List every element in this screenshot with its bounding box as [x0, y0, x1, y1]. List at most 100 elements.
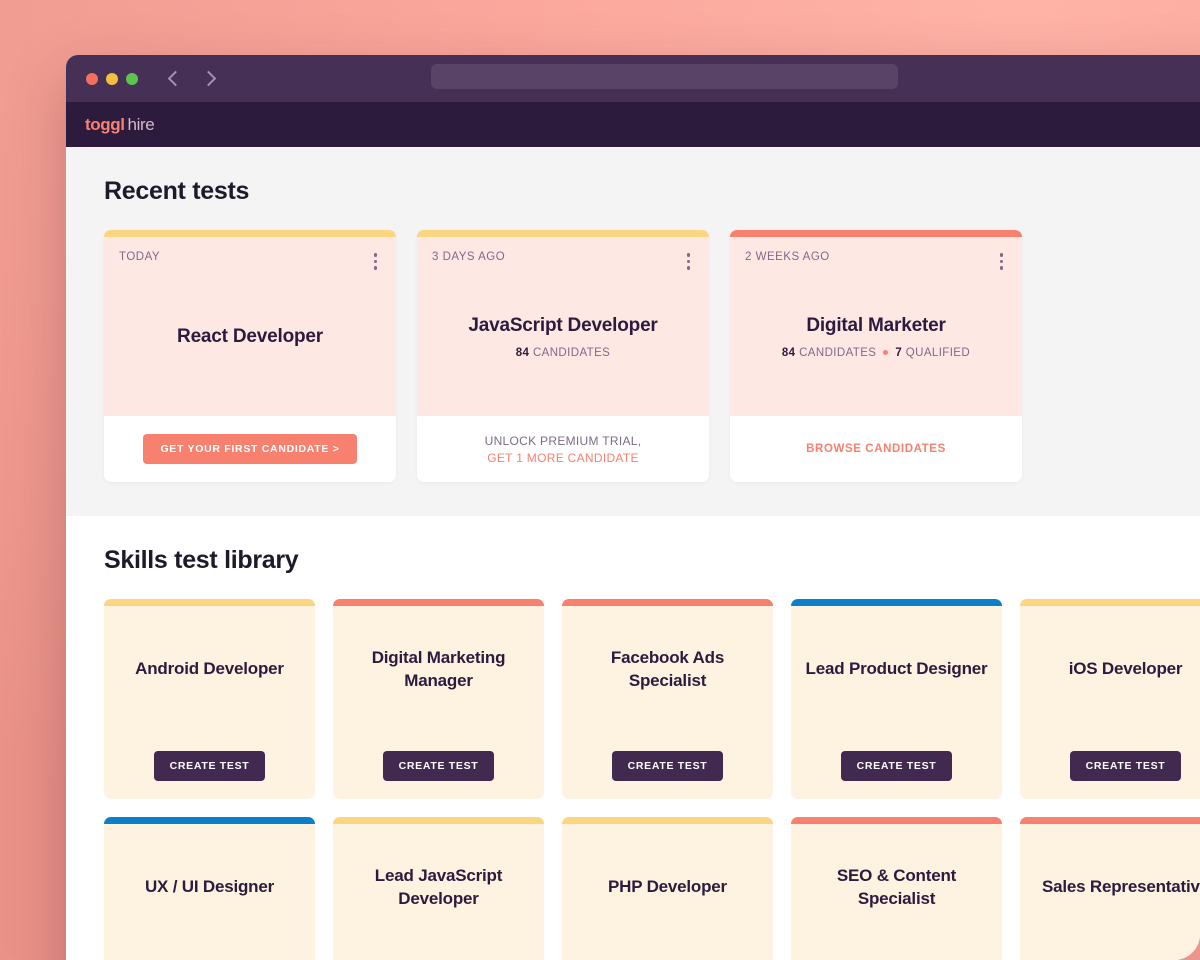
card-accent-bar	[104, 599, 315, 606]
card-title: SEO & Content Specialist	[836, 866, 957, 908]
skills-library-heading: Skills test library	[104, 546, 299, 574]
skill-test-card[interactable]: Android Developer CREATE TEST	[104, 599, 315, 799]
card-accent-bar	[1020, 599, 1200, 606]
browser-window: togglhire drop Noah Recent tests	[66, 55, 1200, 960]
card-body: 3 DAYS AGO JavaScript Developer 84 CANDI…	[417, 237, 709, 416]
card-footer: CREATE TEST	[791, 951, 1002, 960]
card-body: TODAY React Developer	[104, 237, 396, 416]
skills-library-section: Skills test library Android Developer CRE…	[66, 516, 1200, 960]
card-body: PHP Developer	[562, 824, 773, 951]
card-accent-bar	[417, 230, 709, 237]
skill-test-card[interactable]: iOS Developer CREATE TEST	[1020, 599, 1200, 799]
get-first-candidate-button[interactable]: GET YOUR FIRST CANDIDATE >	[143, 434, 357, 464]
create-test-button[interactable]: CREATE TEST	[1069, 751, 1182, 781]
create-test-button[interactable]: CREATE TEST	[153, 751, 266, 781]
premium-trial-text: UNLOCK PREMIUM TRIAL,	[484, 433, 642, 448]
card-stats: 84 CANDIDATES	[516, 347, 610, 359]
logo-primary-text: toggl	[85, 114, 125, 134]
candidate-count: 84	[781, 346, 796, 359]
card-center: React Developer	[119, 258, 381, 417]
card-footer: BROWSE CANDIDATES	[730, 416, 1022, 482]
get-more-candidate-link[interactable]: GET 1 MORE CANDIDATE	[487, 451, 639, 465]
create-test-button[interactable]: CREATE TEST	[382, 751, 495, 781]
window-traffic-lights	[86, 72, 138, 85]
chevron-left-icon	[167, 70, 184, 87]
card-footer: GET YOUR FIRST CANDIDATE >	[104, 416, 396, 482]
card-accent-bar	[791, 817, 1002, 824]
card-footer: CREATE TEST	[104, 733, 315, 799]
forward-button[interactable]	[200, 70, 217, 87]
card-accent-bar	[562, 599, 773, 606]
card-footer: CREATE TEST	[791, 733, 1002, 799]
card-footer: CREATE TEST	[333, 733, 544, 799]
browser-navigation	[167, 70, 217, 87]
card-title: Sales Representative	[1041, 877, 1200, 897]
card-body: 2 WEEKS AGO Digital Marketer 84 CANDIDAT…	[730, 237, 1022, 416]
card-title: UX / UI Designer	[144, 877, 275, 897]
skill-test-card[interactable]: Sales Representative CREATE TEST	[1020, 817, 1200, 960]
skill-test-card[interactable]: PHP Developer CREATE TEST	[562, 817, 773, 960]
card-accent-bar	[104, 817, 315, 824]
card-title: Android Developer	[135, 659, 284, 679]
skill-test-card[interactable]: Lead JavaScript Developer CREATE TEST	[333, 817, 544, 960]
skill-test-card[interactable]: SEO & Content Specialist CREATE TEST	[791, 817, 1002, 960]
skills-library-grid: Android Developer CREATE TEST Digital Mark…	[104, 599, 1200, 960]
card-body: Sales Representative	[1020, 824, 1200, 951]
card-body: Lead Product Designer	[791, 606, 1002, 733]
recent-test-card[interactable]: 3 DAYS AGO JavaScript Developer 84 CANDI…	[417, 230, 709, 482]
browse-candidates-link[interactable]: BROWSE CANDIDATES	[806, 443, 946, 455]
close-window-icon[interactable]	[86, 72, 98, 85]
card-footer: CREATE TEST	[562, 951, 773, 960]
card-footer: CREATE TEST	[1020, 733, 1200, 799]
card-accent-bar	[104, 230, 396, 237]
card-body: Lead JavaScript Developer	[333, 824, 544, 951]
candidate-label: CANDIDATES	[532, 346, 611, 359]
card-title: Facebook Ads Specialist	[610, 648, 725, 690]
card-title: Digital Marketer	[806, 314, 946, 336]
card-footer: CREATE TEST	[104, 951, 315, 960]
card-body: Android Developer	[104, 606, 315, 733]
card-footer: CREATE TEST	[1020, 951, 1200, 960]
toggl-hire-logo[interactable]: toggl hire	[85, 114, 155, 135]
card-accent-bar	[333, 599, 544, 606]
recent-test-card[interactable]: TODAY React Developer GET YOUR FIRST CAN…	[104, 230, 396, 482]
url-address-bar[interactable]	[431, 64, 898, 89]
recent-test-card[interactable]: 2 WEEKS AGO Digital Marketer 84 CANDIDAT…	[730, 230, 1022, 482]
skill-test-card[interactable]: Digital Marketing Manager CREATE TEST	[333, 599, 544, 799]
card-center: JavaScript Developer 84 CANDIDATES	[432, 258, 694, 417]
card-footer: CREATE TEST	[333, 951, 544, 960]
qualified-label: QUALIFIED	[905, 346, 971, 359]
card-title: Lead Product Designer	[805, 659, 988, 679]
card-title: React Developer	[177, 325, 323, 347]
card-title: iOS Developer	[1068, 659, 1183, 679]
maximize-window-icon[interactable]	[126, 72, 138, 85]
browser-chrome-bar	[66, 55, 1200, 102]
skill-test-card[interactable]: Facebook Ads Specialist CREATE TEST	[562, 599, 773, 799]
card-footer: UNLOCK PREMIUM TRIAL, GET 1 MORE CANDIDA…	[417, 416, 709, 482]
card-accent-bar	[1020, 817, 1200, 824]
recent-tests-grid: TODAY React Developer GET YOUR FIRST CAN…	[104, 230, 1200, 482]
chevron-right-icon	[200, 70, 217, 87]
card-body: SEO & Content Specialist	[791, 824, 1002, 951]
card-accent-bar	[562, 817, 773, 824]
card-body: iOS Developer	[1020, 606, 1200, 733]
card-accent-bar	[791, 599, 1002, 606]
app-header: togglhire drop Noah	[66, 102, 1200, 147]
create-test-button[interactable]: CREATE TEST	[611, 751, 724, 781]
card-title: PHP Developer	[608, 877, 727, 897]
card-accent-bar	[333, 817, 544, 824]
back-button[interactable]	[167, 70, 184, 87]
minimize-window-icon[interactable]	[106, 72, 118, 85]
skill-test-card[interactable]: Lead Product Designer CREATE TEST	[791, 599, 1002, 799]
card-title: Digital Marketing Manager	[371, 648, 506, 690]
card-body: UX / UI Designer	[104, 824, 315, 951]
card-footer: CREATE TEST	[562, 733, 773, 799]
recent-tests-heading: Recent tests	[104, 177, 250, 205]
candidate-label: CANDIDATES	[799, 346, 877, 359]
card-body: Facebook Ads Specialist	[562, 606, 773, 733]
card-accent-bar	[730, 230, 1022, 237]
create-test-button[interactable]: CREATE TEST	[840, 751, 953, 781]
skill-test-card[interactable]: UX / UI Designer CREATE TEST	[104, 817, 315, 960]
recent-tests-section: Recent tests TODAY React Developer GET Y…	[66, 147, 1200, 516]
card-stats: 84 CANDIDATES 7 QUALIFIED	[782, 347, 970, 359]
